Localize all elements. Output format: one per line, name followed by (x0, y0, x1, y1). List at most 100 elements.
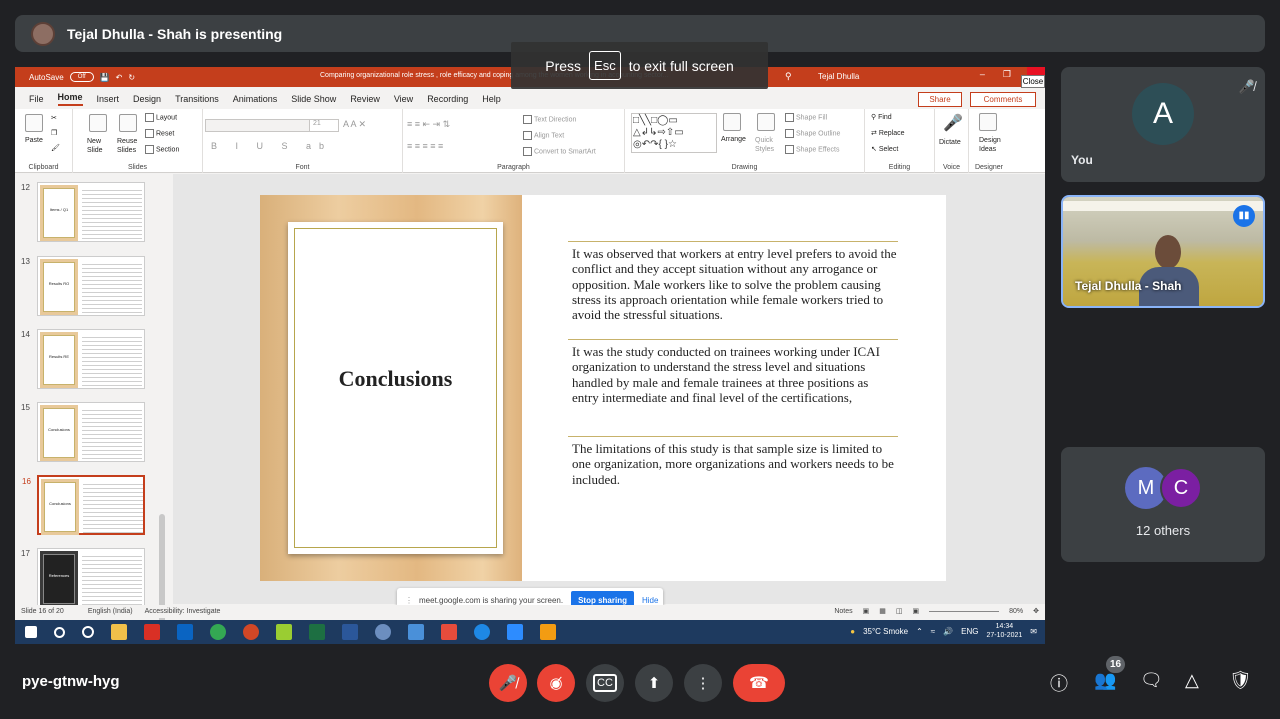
slide-sorter-icon[interactable]: ▦ (879, 607, 886, 615)
undo-icon[interactable]: ↶ (116, 73, 123, 82)
tab-help[interactable]: Help (482, 94, 501, 104)
vlc-icon[interactable] (540, 624, 556, 640)
participant-tile-presenter[interactable]: ▮▮ Tejal Dhulla - Shah (1061, 195, 1265, 308)
copy-icon[interactable]: ❐ (51, 129, 57, 137)
tab-view[interactable]: View (394, 94, 413, 104)
host-controls-icon[interactable]: 🛡 (1229, 670, 1252, 691)
quick-styles-button[interactable]: Quick Styles (755, 136, 781, 154)
file-explorer-icon[interactable] (111, 624, 127, 640)
layout-button[interactable]: Layout (156, 114, 177, 121)
word-icon[interactable] (342, 624, 358, 640)
select-button[interactable]: Select (879, 146, 898, 153)
tab-insert[interactable]: Insert (97, 94, 120, 104)
quick-styles-icon[interactable] (757, 113, 775, 131)
tab-animations[interactable]: Animations (233, 94, 278, 104)
mic-toggle-button[interactable]: 🎤̸ (489, 664, 527, 702)
new-slide-icon[interactable] (89, 114, 107, 132)
arrange-button[interactable]: Arrange (721, 136, 746, 143)
people-icon[interactable]: 👥 (1094, 670, 1116, 691)
zoom-icon[interactable] (507, 624, 523, 640)
tab-slide-show[interactable]: Slide Show (291, 94, 336, 104)
weather-text[interactable]: 35°C Smoke (863, 627, 908, 636)
slide-thumbnail[interactable]: 15 Conclusions (21, 402, 145, 462)
microphone-icon[interactable]: 🎤 (943, 113, 963, 133)
teamviewer-icon[interactable] (474, 624, 490, 640)
activities-icon[interactable]: △ (1185, 670, 1199, 691)
notes-button[interactable]: Notes (834, 608, 852, 615)
anydesk-icon[interactable] (441, 624, 457, 640)
save-icon[interactable]: 💾 (100, 73, 110, 82)
new-slide-button[interactable]: New Slide (87, 137, 115, 155)
align-icons[interactable]: ≡ ≡ ≡ ≡ ≡ (407, 141, 443, 151)
accessibility-status[interactable]: Accessibility: Investigate (145, 608, 221, 615)
format-painter-icon[interactable]: 🖌 (51, 144, 60, 152)
zoom-level[interactable]: 80% (1009, 608, 1023, 615)
reuse-slides-icon[interactable] (119, 114, 137, 132)
tab-recording[interactable]: Recording (427, 94, 468, 104)
present-button[interactable]: ⬆ (635, 664, 673, 702)
dictate-button[interactable]: Dictate (939, 139, 961, 146)
taskbar-clock[interactable]: 14:34 27-10-2021 (986, 622, 1022, 640)
thumbnails-scrollbar[interactable] (158, 284, 166, 644)
autosave-toggle[interactable]: Off (69, 72, 94, 82)
tab-review[interactable]: Review (350, 94, 380, 104)
conclusion-paragraph[interactable]: The limitations of this study is that sa… (568, 436, 898, 487)
normal-view-icon[interactable]: ▣ (863, 607, 870, 615)
shape-effects-button[interactable]: Shape Effects (796, 146, 839, 153)
slide-thumbnail-selected[interactable]: 16 Conclusions (22, 475, 145, 535)
minimize-icon[interactable]: – (980, 69, 985, 80)
camera-toggle-button[interactable]: ◉̸ (537, 664, 575, 702)
redo-icon[interactable]: ↻ (128, 73, 135, 82)
replace-button[interactable]: Replace (879, 130, 905, 137)
tab-transitions[interactable]: Transitions (175, 94, 219, 104)
slideshow-icon[interactable]: ▣ (912, 607, 919, 615)
weather-icon[interactable]: ● (850, 627, 855, 636)
notifications-icon[interactable]: ✉ (1030, 627, 1037, 636)
reading-view-icon[interactable]: ◫ (896, 607, 903, 615)
input-language[interactable]: ENG (961, 627, 978, 636)
bullets-icon[interactable]: ≡ ≡ ⇤ ⇥ ⇅ (407, 119, 450, 130)
current-slide[interactable]: Conclusions It was observed that workers… (260, 195, 946, 581)
reuse-slides-button[interactable]: Reuse Slides (117, 137, 145, 155)
participant-tile-others[interactable]: M C 12 others (1061, 447, 1265, 562)
tray-chevron-icon[interactable]: ⌃ (916, 627, 923, 636)
windows-start-icon[interactable] (25, 626, 37, 638)
drag-handle-icon[interactable]: ⋮ (405, 596, 413, 605)
fit-slide-icon[interactable]: ✥ (1033, 607, 1039, 615)
captions-button[interactable]: CC (586, 664, 624, 702)
search-icon[interactable]: ⚲ (785, 71, 792, 82)
chat-icon[interactable]: 🗨 (1140, 670, 1163, 691)
slide-thumbnail[interactable]: 13 Results RO (21, 256, 145, 316)
zoom-slider[interactable] (929, 610, 1000, 612)
shape-outline-button[interactable]: Shape Outline (796, 130, 840, 137)
cut-icon[interactable]: ✂ (51, 114, 57, 122)
conclusion-paragraph[interactable]: It was the study conducted on trainees w… (568, 339, 898, 405)
hide-button[interactable]: Hide (642, 596, 658, 605)
ppt-share-button[interactable]: Share (918, 92, 962, 107)
cortana-icon[interactable] (82, 626, 94, 638)
paste-button[interactable]: Paste (25, 137, 43, 144)
comments-button[interactable]: Comments (970, 92, 1036, 107)
notes-app-icon[interactable] (276, 624, 292, 640)
volume-icon[interactable]: 🔊 (943, 627, 953, 636)
language-status[interactable]: English (India) (88, 608, 133, 615)
more-options-button[interactable]: ⋮ (684, 664, 722, 702)
remote-app-icon[interactable] (408, 624, 424, 640)
tab-design[interactable]: Design (133, 94, 161, 104)
align-text-button[interactable]: Align Text (534, 132, 564, 139)
reset-button[interactable]: Reset (156, 130, 174, 137)
font-name-box[interactable] (205, 119, 310, 132)
conclusion-paragraph[interactable]: It was observed that workers at entry le… (568, 241, 898, 322)
ppt-user-name[interactable]: Tejal Dhulla (818, 72, 859, 81)
slide-thumbnail[interactable]: 14 Results RE (21, 329, 145, 389)
convert-smartart-button[interactable]: Convert to SmartArt (534, 148, 596, 155)
restore-icon[interactable]: ❐ (1003, 69, 1011, 80)
slide-thumbnail[interactable]: 17 References (21, 548, 145, 608)
text-direction-button[interactable]: Text Direction (534, 116, 576, 123)
find-button[interactable]: Find (878, 114, 892, 121)
meeting-info-icon[interactable]: ⓘ (1050, 670, 1068, 696)
shapes-gallery[interactable]: □╲╲□◯▭ △↲↳⇨⇧▭ ◎↶↷{ }☆ (631, 113, 717, 153)
participant-tile-you[interactable]: A You 🎤̸ (1061, 67, 1265, 182)
powerpoint-icon[interactable] (243, 624, 259, 640)
tab-home[interactable]: Home (57, 92, 83, 106)
